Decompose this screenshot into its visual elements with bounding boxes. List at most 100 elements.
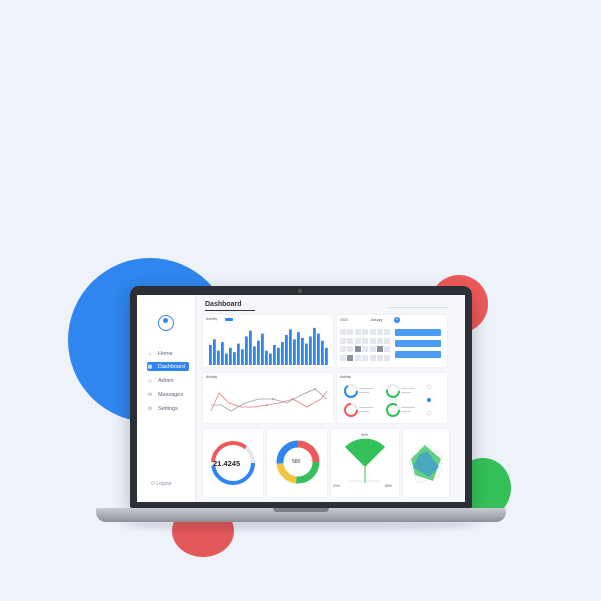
calendar-day[interactable] xyxy=(362,346,369,352)
progress-rings xyxy=(344,384,432,417)
calendar-day[interactable] xyxy=(340,354,346,361)
fan-chart xyxy=(345,438,385,483)
user-icon: ☺ xyxy=(147,377,153,384)
sidebar: ⌂ Home ▦ Dashboard ☺ Admin ✉ Messages ⚙ Setti… xyxy=(137,295,196,502)
bar xyxy=(281,342,284,365)
laptop-base-notch xyxy=(273,508,329,512)
bar xyxy=(229,347,232,365)
calendar-day[interactable] xyxy=(384,346,391,352)
sidebar-item-label: Settings xyxy=(158,405,178,412)
calendar-day[interactable] xyxy=(340,337,346,344)
camera xyxy=(298,289,302,293)
sidebar-item-home[interactable]: ⌂ Home xyxy=(147,349,189,358)
calendar-day[interactable] xyxy=(354,354,361,361)
calendar-day[interactable] xyxy=(384,337,391,344)
calendar-day[interactable] xyxy=(362,354,369,361)
search-input[interactable] xyxy=(389,302,449,308)
grid-icon: ▦ xyxy=(147,363,153,370)
bar xyxy=(313,327,316,365)
bar xyxy=(265,350,268,365)
bar xyxy=(293,339,296,365)
calendar-day[interactable] xyxy=(354,337,361,344)
activity-rings-card: Activity xyxy=(337,373,447,423)
bar-chart xyxy=(209,327,328,365)
logout-label: Logout xyxy=(156,481,172,487)
bar xyxy=(309,336,312,365)
main-content: Dashboard Activity 2020 January + Activi… xyxy=(199,295,465,502)
ring-card: 560 xyxy=(267,429,327,497)
calendar-day[interactable] xyxy=(369,337,376,344)
chart-toggle[interactable] xyxy=(225,318,233,321)
bar xyxy=(269,353,272,365)
sidebar-item-label: Dashboard xyxy=(158,363,185,370)
fan-chart-card: 50% 21% 50% xyxy=(331,429,399,497)
card-label: Activity xyxy=(206,317,218,321)
bar xyxy=(277,347,280,365)
bar xyxy=(221,342,224,365)
bar xyxy=(321,340,324,365)
bar xyxy=(285,335,288,365)
bar xyxy=(261,333,264,365)
bar xyxy=(257,340,260,365)
calendar-month: January xyxy=(370,318,383,322)
calendar-day[interactable] xyxy=(347,346,354,352)
radar-chart xyxy=(408,442,444,484)
calendar-day[interactable] xyxy=(354,346,361,352)
bar xyxy=(209,345,212,365)
calendar-day[interactable] xyxy=(369,354,376,361)
page-title: Dashboard xyxy=(205,301,242,308)
title-underline xyxy=(205,310,255,311)
bar xyxy=(213,339,216,365)
mail-icon: ✉ xyxy=(147,391,153,398)
calendar-day[interactable] xyxy=(347,329,354,335)
radar-card xyxy=(403,429,449,497)
sidebar-item-messages[interactable]: ✉ Messages xyxy=(147,390,189,399)
fan-left-label: 21% xyxy=(333,484,341,488)
calendar-event[interactable] xyxy=(395,329,441,336)
bar xyxy=(301,337,304,365)
calendar-day[interactable] xyxy=(362,329,369,335)
sidebar-item-settings[interactable]: ⚙ Settings xyxy=(147,404,189,413)
calendar-day[interactable] xyxy=(377,329,383,335)
calendar-day[interactable] xyxy=(369,346,376,352)
bar xyxy=(249,330,252,365)
card-label: Activity xyxy=(206,375,218,379)
calendar-day[interactable] xyxy=(377,346,383,352)
bar xyxy=(305,343,308,365)
calendar-day[interactable] xyxy=(354,329,361,335)
calendar-day[interactable] xyxy=(377,337,383,344)
sidebar-item-admin[interactable]: ☺ Admin xyxy=(147,376,189,385)
bar xyxy=(225,353,228,365)
calendar-event[interactable] xyxy=(395,340,441,347)
calendar-year: 2020 xyxy=(340,318,348,322)
calendar-day[interactable] xyxy=(347,354,354,361)
ring-value: 560 xyxy=(292,459,301,465)
bar xyxy=(233,352,236,365)
avatar[interactable] xyxy=(158,315,174,331)
sidebar-item-dashboard[interactable]: ▦ Dashboard xyxy=(147,362,189,371)
calendar-day[interactable] xyxy=(340,346,346,352)
calendar-day[interactable] xyxy=(369,329,376,335)
laptop-lid: ⌂ Home ▦ Dashboard ☺ Admin ✉ Messages ⚙ Setti… xyxy=(130,286,472,508)
calendar-day[interactable] xyxy=(362,337,369,344)
calendar-day[interactable] xyxy=(377,354,383,361)
line-chart xyxy=(210,388,328,412)
bar xyxy=(241,349,244,365)
calendar-card: 2020 January + xyxy=(337,315,447,367)
home-icon: ⌂ xyxy=(148,350,152,357)
sidebar-item-label: Home xyxy=(158,350,173,357)
laptop-screen: ⌂ Home ▦ Dashboard ☺ Admin ✉ Messages ⚙ Setti… xyxy=(137,295,465,502)
calendar-day[interactable] xyxy=(384,329,391,335)
fan-top-label: 50% xyxy=(361,433,369,437)
calendar-day[interactable] xyxy=(384,354,391,361)
add-event-button[interactable]: + xyxy=(394,317,400,323)
calendar-event[interactable] xyxy=(395,351,441,358)
donut-card: 21.4245 xyxy=(203,429,263,497)
bar xyxy=(273,345,276,365)
sidebar-item-label: Admin xyxy=(158,377,174,384)
calendar-day[interactable] xyxy=(347,337,354,344)
calendar-day[interactable] xyxy=(340,329,346,335)
gear-icon: ⚙ xyxy=(147,405,153,412)
bar xyxy=(297,332,300,365)
logout-button[interactable]: ⏻ Logout xyxy=(151,481,172,487)
